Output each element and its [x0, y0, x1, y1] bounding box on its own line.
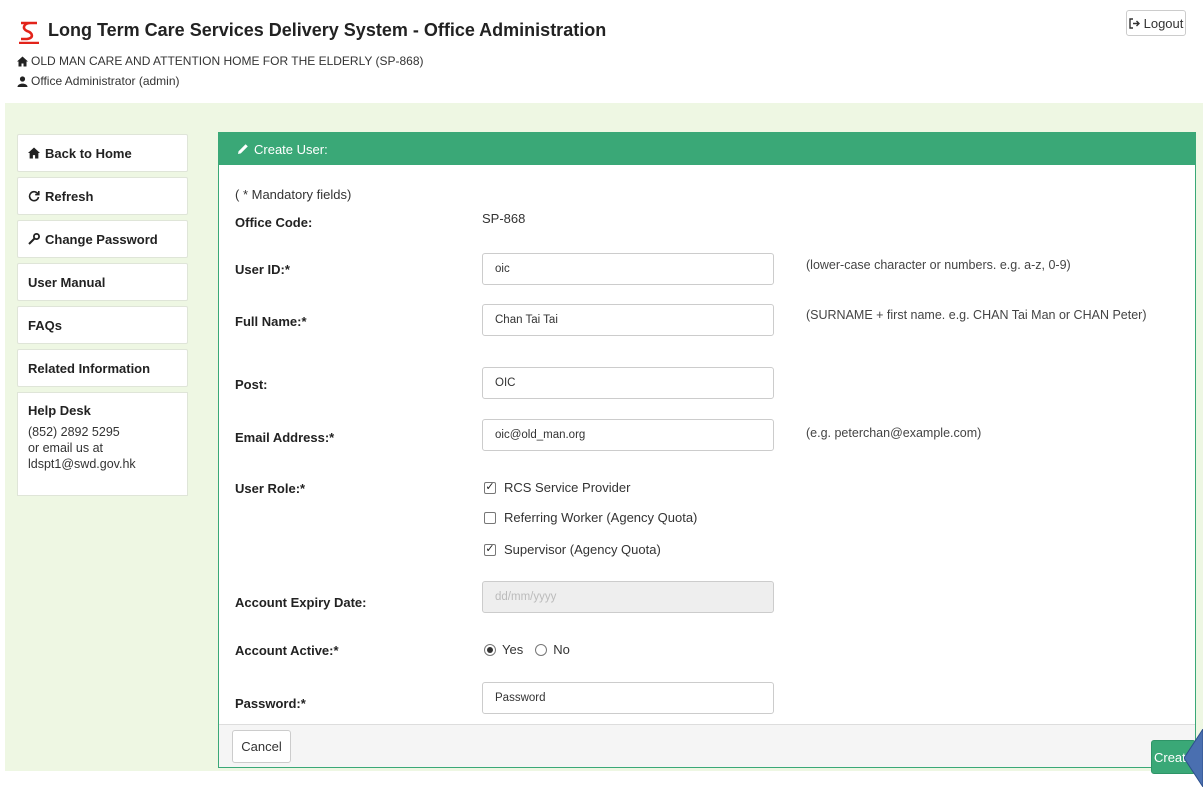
- sidebar-item-change-password[interactable]: Change Password: [17, 220, 188, 258]
- sidebar-item-label: User Manual: [28, 274, 106, 290]
- office-code-value: SP-868: [482, 211, 526, 226]
- role-option-referring-worker[interactable]: Referring Worker (Agency Quota): [484, 510, 697, 525]
- user-name: Office Administrator (admin): [31, 74, 180, 88]
- cancel-button[interactable]: Cancel: [232, 730, 291, 763]
- create-user-panel: Create User: ( * Mandatory fields) Offic…: [218, 132, 1196, 768]
- organization-line: OLD MAN CARE AND ATTENTION HOME FOR THE …: [17, 54, 424, 68]
- email-input[interactable]: oic@old_man.org: [482, 419, 774, 451]
- sidebar: Back to Home Refresh Change Password Use…: [17, 134, 188, 496]
- organization-name: OLD MAN CARE AND ATTENTION HOME FOR THE …: [31, 54, 424, 68]
- pencil-icon: [238, 144, 248, 154]
- user-id-label: User ID:*: [235, 262, 290, 277]
- mandatory-note: ( * Mandatory fields): [235, 187, 352, 202]
- role-option-label: RCS Service Provider: [504, 480, 631, 495]
- full-name-input[interactable]: Chan Tai Tai: [482, 304, 774, 336]
- panel-footer: Cancel: [219, 724, 1195, 767]
- post-input[interactable]: OIC: [482, 367, 774, 399]
- home-icon: [17, 56, 28, 66]
- user-role-label: User Role:*: [235, 481, 306, 496]
- sidebar-item-related-information[interactable]: Related Information: [17, 349, 188, 387]
- wrench-icon: [28, 233, 40, 245]
- header: Long Term Care Services Delivery System …: [0, 0, 1203, 100]
- full-name-hint: (SURNAME + first name. e.g. CHAN Tai Man…: [806, 308, 1147, 322]
- sidebar-item-label: Related Information: [28, 360, 151, 376]
- user-id-input[interactable]: oic: [482, 253, 774, 285]
- role-checkbox[interactable]: [484, 511, 496, 524]
- user-line: Office Administrator (admin): [17, 74, 180, 88]
- pointer-arrow-icon: [1184, 729, 1203, 787]
- password-label: Password:*: [235, 696, 306, 711]
- role-checkbox[interactable]: ✓: [484, 481, 496, 494]
- active-yes-label: Yes: [502, 642, 524, 657]
- full-name-label: Full Name:*: [235, 314, 307, 329]
- sidebar-item-label: Refresh: [45, 188, 94, 204]
- active-yes-radio[interactable]: [484, 643, 496, 656]
- role-checkbox[interactable]: ✓: [484, 543, 496, 556]
- expiry-date-input[interactable]: dd/mm/yyyy: [482, 581, 774, 613]
- account-active-radios: Yes No: [484, 642, 570, 657]
- home-icon: [28, 147, 40, 159]
- sidebar-item-label: Change Password: [45, 231, 158, 247]
- help-desk-email-prefix: or email us at: [28, 441, 104, 455]
- role-option-label: Referring Worker (Agency Quota): [504, 510, 698, 525]
- role-option-supervisor[interactable]: ✓ Supervisor (Agency Quota): [484, 542, 661, 557]
- user-icon: [17, 75, 28, 87]
- logout-icon: [1128, 17, 1140, 29]
- sidebar-item-faqs[interactable]: FAQs: [17, 306, 188, 344]
- active-no-label: No: [553, 642, 570, 657]
- panel-heading: Create User:: [219, 133, 1195, 165]
- refresh-icon: [28, 190, 40, 202]
- logout-label: Logout: [1143, 15, 1184, 31]
- sidebar-item-label: Back to Home: [45, 145, 132, 161]
- swd-logo-icon: [19, 21, 39, 44]
- help-desk-phone: (852) 2892 5295: [28, 425, 120, 439]
- active-no-radio[interactable]: [535, 643, 548, 656]
- sidebar-item-user-manual[interactable]: User Manual: [17, 263, 188, 301]
- help-desk-box: Help Desk (852) 2892 5295 or email us at…: [17, 392, 188, 496]
- account-active-label: Account Active:*: [235, 643, 339, 658]
- office-code-label: Office Code:: [235, 215, 313, 230]
- app-title: Long Term Care Services Delivery System …: [48, 20, 607, 40]
- role-option-rcs-service-provider[interactable]: ✓ RCS Service Provider: [484, 480, 630, 495]
- email-hint: (e.g. peterchan@example.com): [806, 426, 982, 440]
- email-label: Email Address:*: [235, 430, 335, 445]
- help-desk-email-link[interactable]: ldspt1@swd.gov.hk: [28, 456, 177, 472]
- panel-title: Create User:: [254, 141, 328, 157]
- sidebar-item-label: FAQs: [28, 317, 62, 333]
- help-desk-title: Help Desk: [28, 403, 91, 418]
- expiry-label: Account Expiry Date:: [235, 595, 367, 610]
- sidebar-item-refresh[interactable]: Refresh: [17, 177, 188, 215]
- role-option-label: Supervisor (Agency Quota): [504, 542, 661, 557]
- password-input[interactable]: Password: [482, 682, 774, 714]
- logout-button[interactable]: Logout: [1126, 10, 1186, 36]
- user-id-hint: (lower-case character or numbers. e.g. a…: [806, 258, 1071, 272]
- post-label: Post:: [235, 377, 268, 392]
- sidebar-item-back-to-home[interactable]: Back to Home: [17, 134, 188, 172]
